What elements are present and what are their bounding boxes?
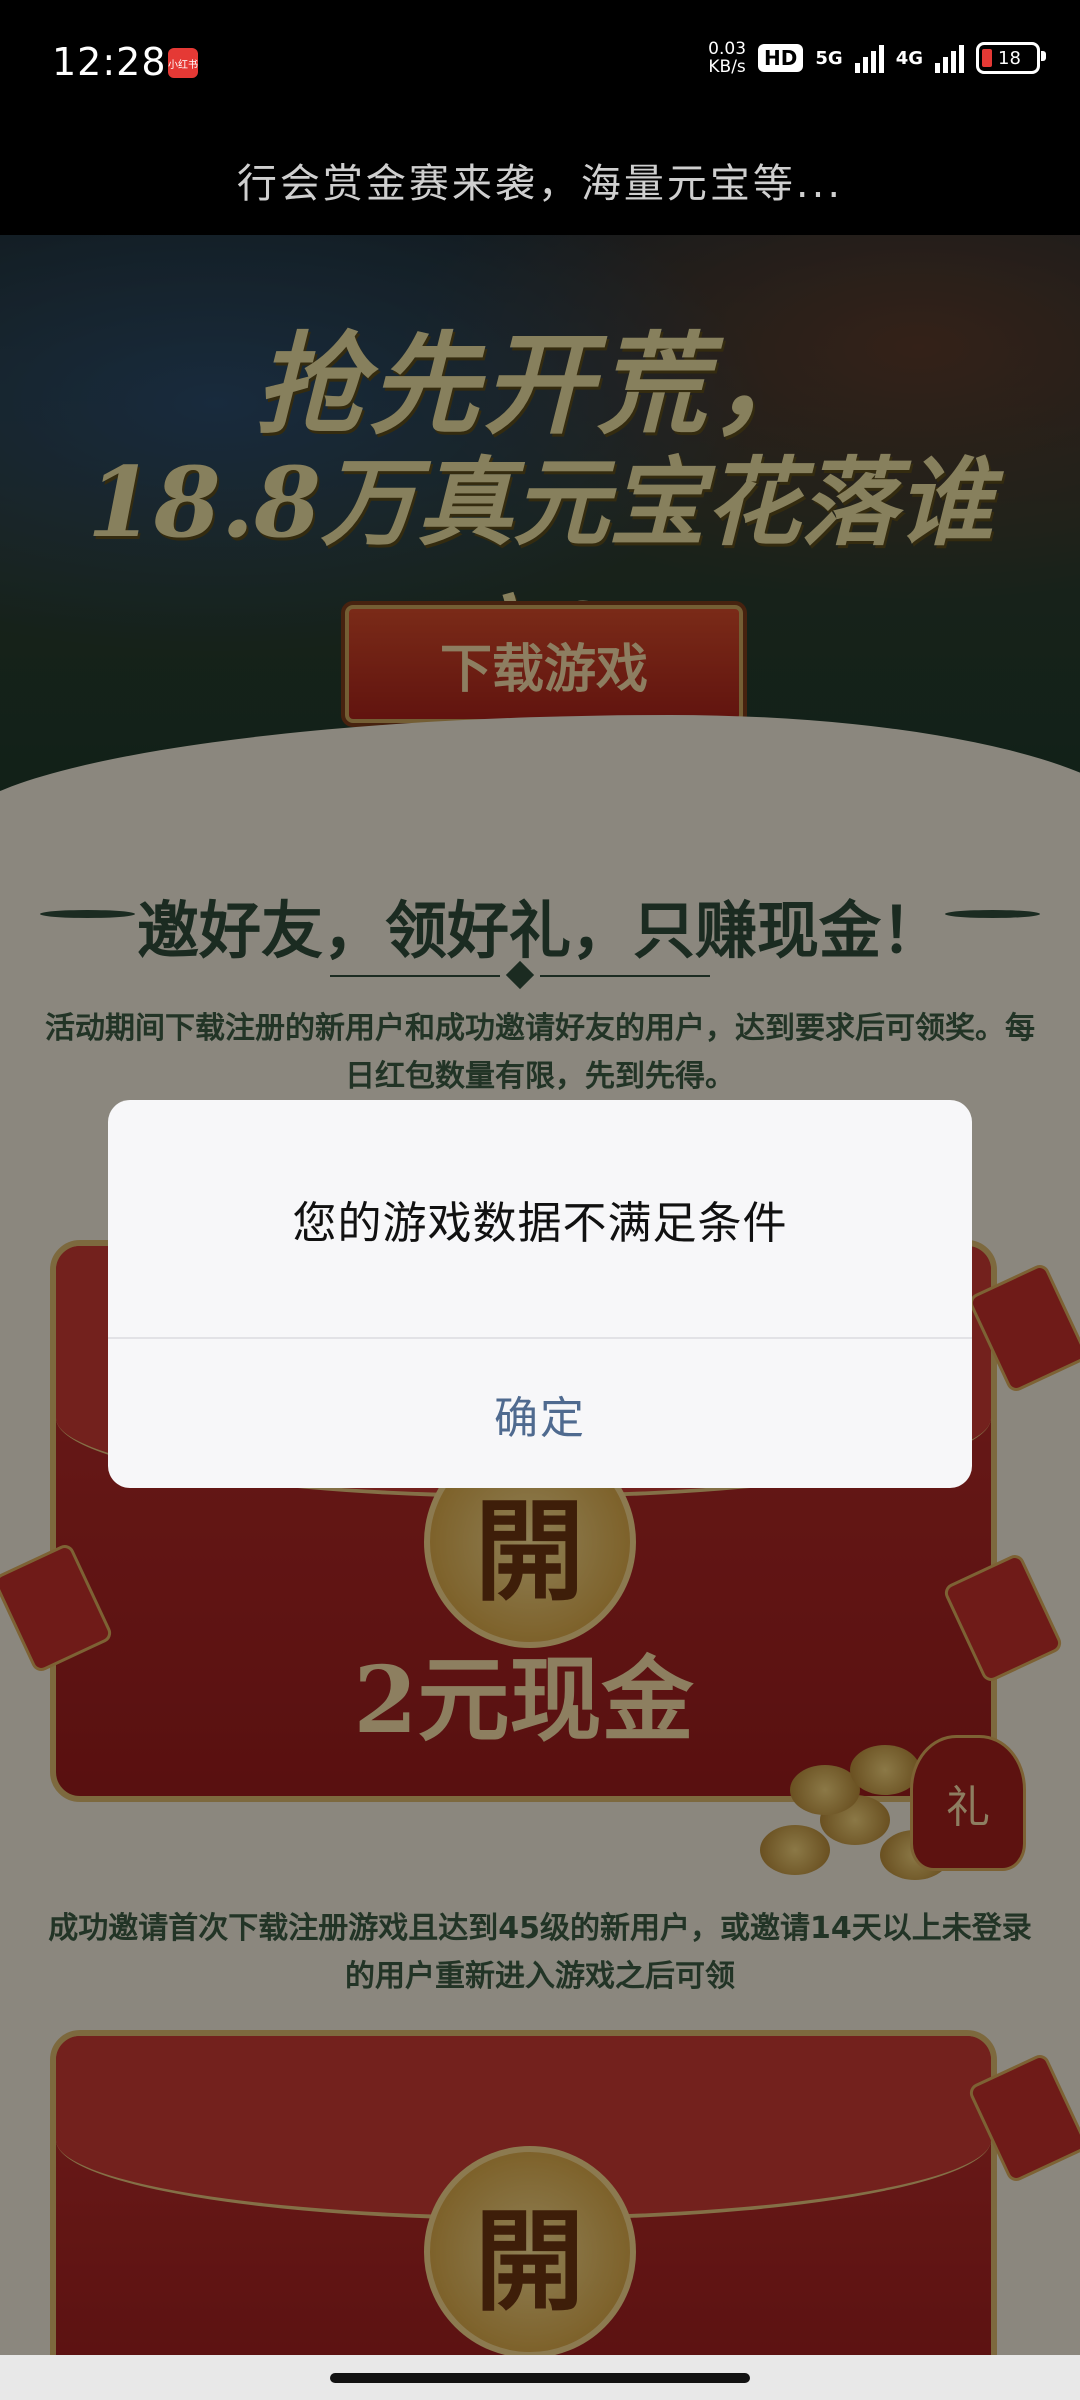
gesture-nav-bar bbox=[0, 2355, 1080, 2400]
net-speed-unit: KB/s bbox=[708, 57, 746, 77]
net-speed: 0.03 KB/s bbox=[708, 40, 746, 76]
home-handle[interactable] bbox=[330, 2373, 750, 2383]
notification-app-icon: 小红书 bbox=[168, 48, 198, 78]
page-title: 行会赏金赛来袭，海量元宝等... bbox=[0, 125, 1080, 235]
net-speed-value: 0.03 bbox=[708, 39, 747, 59]
battery-level: 18 bbox=[998, 47, 1021, 69]
network-5g-label: 5G bbox=[815, 47, 843, 69]
network-4g-label: 4G bbox=[895, 47, 923, 69]
alert-dialog: 您的游戏数据不满足条件 确定 bbox=[108, 1100, 972, 1488]
status-bar: 12:28 小红书 0.03 KB/s HD 5G 4G 18 bbox=[0, 0, 1080, 125]
signal-5g-icon bbox=[854, 43, 884, 73]
hd-badge: HD bbox=[758, 44, 804, 72]
dialog-message: 您的游戏数据不满足条件 bbox=[292, 1197, 788, 1249]
battery-icon: 18 bbox=[976, 42, 1046, 74]
signal-4g-icon bbox=[935, 43, 964, 73]
confirm-button[interactable]: 确定 bbox=[108, 1339, 972, 1488]
status-time: 12:28 bbox=[52, 40, 167, 84]
status-indicators: 0.03 KB/s HD 5G 4G 18 bbox=[708, 40, 1046, 76]
screen: 12:28 小红书 0.03 KB/s HD 5G 4G 18 行会赏金赛来袭，… bbox=[0, 0, 1080, 2400]
